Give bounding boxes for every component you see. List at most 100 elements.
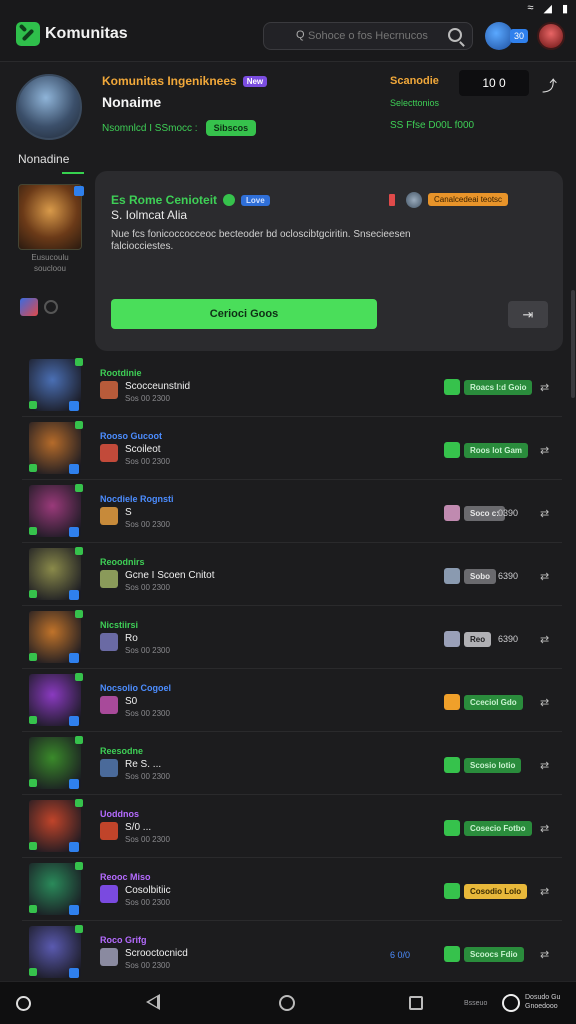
share-icon[interactable]: ⇄: [540, 381, 549, 394]
post-title[interactable]: Gcne I Scoen Cnitot: [125, 570, 215, 581]
post-title[interactable]: Ro: [125, 633, 138, 644]
thumbnail-corner-badge: [75, 610, 83, 618]
post-title[interactable]: Scrooctocnicd: [125, 948, 188, 959]
post-title[interactable]: Scocceunstnid: [125, 381, 190, 392]
share-icon[interactable]: ⇄: [540, 507, 549, 520]
author-avatar[interactable]: [100, 570, 118, 588]
list-item[interactable]: Rootdinie Scocceunstnid Sos 00 2300 Roacs I…: [22, 354, 562, 417]
signal-icon: ◢: [543, 3, 552, 15]
action-icon[interactable]: [444, 505, 460, 521]
action-icon[interactable]: [444, 946, 460, 962]
share-icon: ⇥: [522, 307, 534, 322]
list-item[interactable]: Nocsolio Cogoel S0 Sos 00 2300 Cceciol Gdo ⇄: [22, 669, 562, 732]
post-category: Uoddnos: [100, 809, 139, 819]
list-item[interactable]: Rooso Gucoot Scoileot Sos 00 2300 Roos lot …: [22, 417, 562, 480]
recent-apps-icon[interactable]: [409, 996, 423, 1010]
scrollbar[interactable]: [571, 290, 575, 398]
share-icon[interactable]: ⇄: [540, 759, 549, 772]
action-badge[interactable]: Reo: [464, 632, 492, 647]
thumbnail-corner-badge: [75, 925, 83, 933]
post-category: Reoodnirs: [100, 557, 145, 567]
post-title[interactable]: Scoileot: [125, 444, 161, 455]
share-icon[interactable]: ⇄: [540, 948, 549, 961]
list-item[interactable]: Reoodnirs Gcne I Scoen Cnitot Sos 00 2300 S…: [22, 543, 562, 606]
author-avatar[interactable]: [100, 948, 118, 966]
community-thumbnail[interactable]: [18, 184, 82, 250]
share-icon[interactable]: ⇄: [540, 885, 549, 898]
list-item[interactable]: Roco Grifg Scrooctocnicd Sos 00 2300 6 0/0 S…: [22, 921, 562, 984]
list-item[interactable]: Nocdiele Rognsti S Sos 00 2300 Soco c: 0390 ⇄: [22, 480, 562, 543]
post-time: Sos 00 2300: [125, 772, 170, 781]
settings-icon[interactable]: [44, 300, 58, 314]
share-icon[interactable]: ⇄: [540, 570, 549, 583]
action-badge[interactable]: Scoocs Fdio: [464, 947, 524, 962]
action-icon[interactable]: [444, 694, 460, 710]
share-icon[interactable]: ⤴: [542, 75, 557, 96]
thumbnail-corner-badge: [69, 842, 79, 852]
action-icon[interactable]: [444, 379, 460, 395]
action-badge[interactable]: Cosodio Lolo: [464, 884, 528, 899]
author-avatar[interactable]: [100, 381, 118, 399]
author-avatar[interactable]: [100, 633, 118, 651]
post-category: Rootdinie: [100, 368, 142, 378]
post-title[interactable]: Cosolbitiic: [125, 885, 171, 896]
share-icon[interactable]: ⇄: [540, 696, 549, 709]
list-item[interactable]: Nicstiirsi Ro Sos 00 2300 Reo 6390 ⇄: [22, 606, 562, 669]
action-badge[interactable]: Cosecio Fotbo: [464, 821, 532, 836]
brand-text: Dosudo Gu Gnoedooo: [525, 994, 561, 1010]
list-item[interactable]: Uoddnos S/0 ... Sos 00 2300 Cosecio Fotbo ⇄: [22, 795, 562, 858]
status-bar: ≈ ◢ ▮: [527, 2, 568, 15]
thumbnail-corner-badge: [29, 527, 37, 535]
list-item[interactable]: Reooc Miso Cosolbitiic Sos 00 2300 Cosodio …: [22, 858, 562, 921]
secondary-share-button[interactable]: ⇥: [508, 301, 548, 328]
user-avatar[interactable]: [537, 22, 565, 50]
app-switch-icon[interactable]: [16, 996, 31, 1011]
list-item[interactable]: Reesodne Re S. ... Sos 00 2300 Scosio Iotio…: [22, 732, 562, 795]
action-badge[interactable]: Cceciol Gdo: [464, 695, 523, 710]
author-avatar[interactable]: [406, 192, 422, 208]
post-title[interactable]: S: [125, 507, 132, 518]
action-icon[interactable]: [444, 883, 460, 899]
share-icon[interactable]: ⇄: [540, 444, 549, 457]
author-avatar[interactable]: [100, 885, 118, 903]
game-icon[interactable]: [20, 298, 38, 316]
community-meta: Nsomnlcd I SSmocc : Sibscos: [102, 120, 257, 136]
stat-value: SS Ffse D00L f000: [390, 120, 475, 131]
notification-avatar[interactable]: [485, 22, 513, 50]
post-time: Sos 00 2300: [125, 520, 170, 529]
post-title[interactable]: S0: [125, 696, 137, 707]
post-title[interactable]: S/0 ...: [125, 822, 151, 833]
action-icon[interactable]: [444, 820, 460, 836]
search-icon[interactable]: [448, 28, 462, 42]
author-avatar[interactable]: [100, 444, 118, 462]
search-input[interactable]: [308, 30, 458, 42]
action-icon[interactable]: [444, 631, 460, 647]
brand-icon[interactable]: [502, 994, 520, 1012]
bottom-nav: Bsseuo Dosudo Gu Gnoedooo: [0, 981, 576, 1024]
meta-text: Nsomnlcd I SSmocc :: [102, 122, 198, 134]
thumbnail-corner-badge: [69, 968, 79, 978]
author-avatar[interactable]: [100, 696, 118, 714]
action-badge[interactable]: Roacs I:d Goio: [464, 380, 533, 395]
share-icon[interactable]: ⇄: [540, 822, 549, 835]
primary-action-button[interactable]: Cerioci Goos: [111, 299, 377, 329]
subscribe-button[interactable]: Sibscos: [205, 120, 257, 136]
author-avatar[interactable]: [100, 822, 118, 840]
action-icon[interactable]: [444, 442, 460, 458]
post-title[interactable]: Re S. ...: [125, 759, 161, 770]
back-icon[interactable]: [146, 994, 160, 1010]
author-avatar[interactable]: [100, 507, 118, 525]
action-badge[interactable]: Sobo: [464, 569, 496, 584]
action-badge[interactable]: Scosio Iotio: [464, 758, 522, 773]
thumbnail-corner-badge: [75, 799, 83, 807]
app-logo[interactable]: Komunitas: [16, 22, 128, 46]
profile-avatar[interactable]: [16, 74, 82, 140]
action-badge[interactable]: Roos lot Gam: [464, 443, 529, 458]
share-icon[interactable]: ⇄: [540, 633, 549, 646]
author-avatar[interactable]: [100, 759, 118, 777]
home-icon[interactable]: [279, 995, 295, 1011]
action-icon[interactable]: [444, 568, 460, 584]
action-icon[interactable]: [444, 757, 460, 773]
search-box[interactable]: Q: [263, 22, 473, 50]
nav-label: Bsseuo: [464, 1000, 488, 1007]
